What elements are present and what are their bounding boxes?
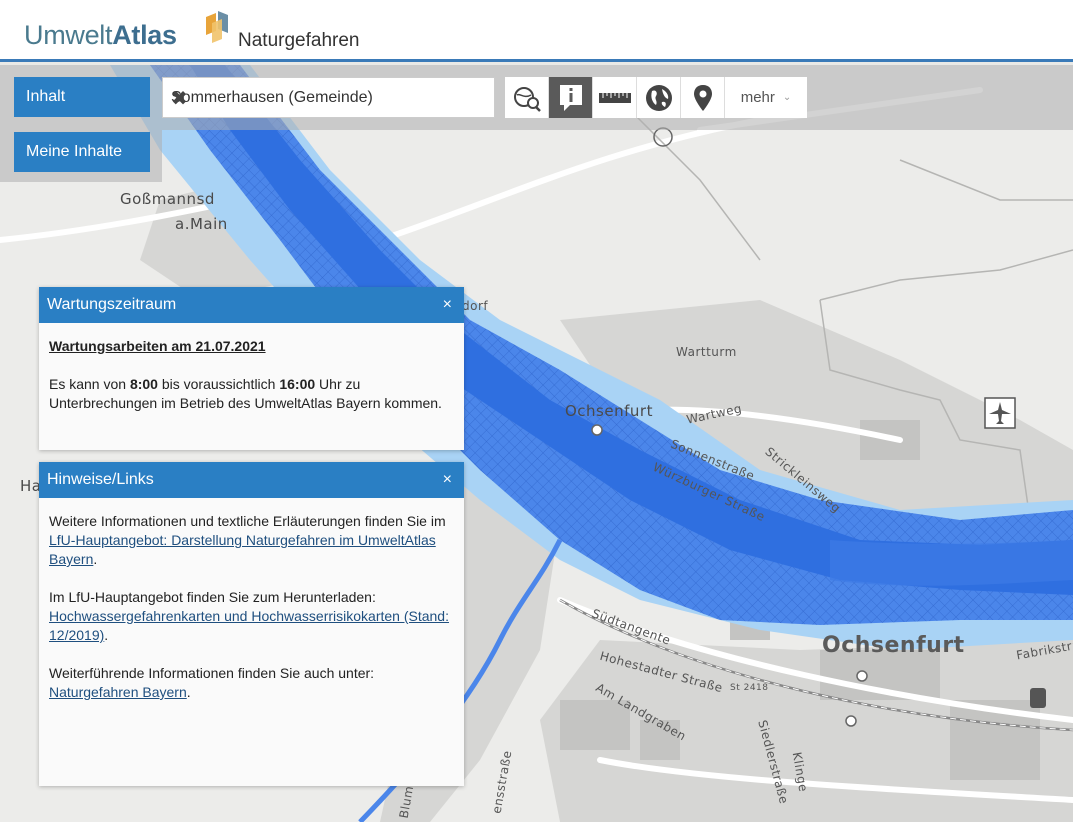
app-title: Naturgefahren [238,30,360,51]
hinweise-panel-body: Weitere Informationen und textliche Erlä… [39,498,464,716]
wartung-panel-title: Wartungszeitraum [47,296,177,313]
wartung-time-start: 8:00 [129,376,158,392]
clear-search-icon[interactable]: ✖ [171,86,482,111]
search-field[interactable]: Sommerhausen (Gemeinde) ✖ [162,77,495,118]
wartung-text: Es kann von 8:00 bis voraussichtlich 16:… [49,376,442,411]
umweltatlas-logo[interactable]: UmweltAtlas [24,20,177,51]
chevron-down-icon: ⌄ [782,92,792,103]
wartung-panel: Wartungszeitraum × Wartungsarbeiten am 2… [39,287,464,450]
wartung-panel-body: Wartungsarbeiten am 21.07.2021 Es kann v… [39,323,464,427]
naturgefahren-bayern-link[interactable]: Naturgefahren Bayern [49,684,187,700]
close-icon[interactable]: × [443,287,452,323]
inhalt-button[interactable]: Inhalt [14,77,150,117]
hinweise-panel-title: Hinweise/Links [47,471,154,488]
map-label-dorf: dorf [462,299,489,313]
globe-icon [645,84,672,111]
map-search-icon [513,86,541,112]
lfu-darstellung-link[interactable]: LfU-Hauptangebot: Darstellung Naturgefah… [49,532,436,567]
hinweise-paragraph-3: Weiterführende Informationen finden Sie … [49,665,375,700]
hochwasserkarten-link[interactable]: Hochwassergefahrenkarten und Hochwasserr… [49,608,449,643]
hinweise-panel-header: Hinweise/Links × [39,462,464,498]
mehr-label: mehr [740,89,775,106]
location-pin-icon [693,84,712,111]
map-label-st2418: St 2418 [730,683,769,693]
info-icon [559,84,582,111]
map-label-amain: a.Main [175,215,228,233]
meine-inhalte-button[interactable]: Meine Inhalte [14,132,150,172]
wartung-time-end: 16:00 [279,376,316,392]
map-label-gossmannsdorf: Goßmannsd [120,190,215,208]
wartung-heading: Wartungsarbeiten am 21.07.2021 [49,338,266,354]
map-label-ochsenfurt-big: Ochsenfurt [822,633,965,658]
measure-button[interactable] [593,77,637,118]
logo-text-atlas: Atlas [112,20,177,50]
mehr-button[interactable]: mehr ⌄ [725,77,807,118]
app-header: UmweltAtlas Naturgefahren [0,0,1073,62]
wartung-panel-header: Wartungszeitraum × [39,287,464,323]
map-label-ochsenfurt-small: Ochsenfurt [565,402,653,420]
hinweise-panel: Hinweise/Links × Weitere Informationen u… [39,462,464,786]
logo-mark-icon [206,11,228,43]
map-search-button[interactable] [505,77,549,118]
close-icon[interactable]: × [443,462,452,498]
globe-button[interactable] [637,77,681,118]
hinweise-paragraph-1: Weitere Informationen und textliche Erlä… [49,513,446,567]
hinweise-paragraph-2: Im LfU-Hauptangebot finden Sie zum Herun… [49,589,449,643]
map-tools: mehr ⌄ [505,77,807,118]
map-label-warttum: Wartturm [676,345,737,359]
info-button[interactable] [549,77,593,118]
ruler-icon [598,92,631,103]
location-button[interactable] [681,77,725,118]
logo-text-umwelt: Umwelt [24,20,113,50]
